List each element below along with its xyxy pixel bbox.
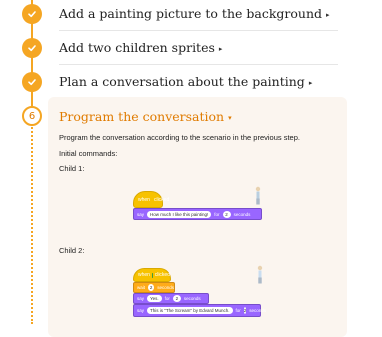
initial-commands-label: Initial commands: bbox=[59, 149, 118, 158]
check-icon bbox=[28, 45, 36, 52]
current-step-title[interactable]: Program the conversation ▾ bbox=[59, 109, 232, 124]
block-text: seconds bbox=[249, 308, 267, 313]
caret-icon: ▸ bbox=[218, 45, 223, 53]
progress-rail-dotted bbox=[31, 124, 33, 324]
step-done-badge bbox=[22, 72, 42, 92]
block-text: for bbox=[214, 211, 220, 217]
step-number: 6 bbox=[28, 110, 36, 122]
wait-seconds-block: wait 2 seconds bbox=[133, 282, 175, 293]
seconds-input: 2 bbox=[148, 284, 155, 291]
block-text: when bbox=[138, 196, 150, 203]
seconds-input: 2 bbox=[172, 295, 181, 302]
caret-down-icon: ▾ bbox=[228, 114, 232, 122]
block-text: seconds bbox=[233, 211, 251, 217]
say-text-input: How much I like this painting! bbox=[147, 210, 212, 218]
step-title-sprites[interactable]: Add two children sprites ▸ bbox=[59, 40, 222, 55]
block-text: when bbox=[138, 272, 150, 278]
step-done-badge bbox=[22, 4, 42, 24]
seconds-input: 2 bbox=[222, 210, 231, 218]
green-flag-icon bbox=[151, 272, 153, 278]
say-text-input: This is "The Scream" by Edvard Munch. bbox=[147, 307, 233, 314]
when-flag-clicked-block: when clicked bbox=[133, 268, 171, 282]
divider bbox=[59, 30, 338, 31]
block-text: clicked bbox=[153, 196, 170, 203]
step-done-badge bbox=[22, 38, 42, 58]
caret-icon: ▸ bbox=[308, 79, 313, 87]
check-icon bbox=[28, 79, 36, 86]
say-for-seconds-block: say How much I like this painting! for 2… bbox=[133, 208, 262, 220]
say-for-seconds-block: say Yes. for 2 seconds bbox=[133, 293, 209, 304]
step-number-badge: 6 bbox=[22, 106, 42, 126]
block-text: say bbox=[137, 296, 145, 301]
divider bbox=[59, 64, 338, 65]
step-title-text: Add two children sprites bbox=[59, 40, 215, 55]
child-sprite-icon bbox=[255, 186, 261, 205]
step-title-plan[interactable]: Plan a conversation about the painting ▸ bbox=[59, 74, 312, 89]
block-text: for bbox=[164, 296, 170, 301]
block-text: wait bbox=[137, 285, 146, 290]
step-title-text: Add a painting picture to the background bbox=[59, 6, 323, 21]
child-sprite-icon bbox=[257, 265, 263, 284]
when-flag-clicked-block: when clicked bbox=[133, 191, 169, 208]
check-icon bbox=[28, 11, 36, 18]
step-title-text: Plan a conversation about the painting bbox=[59, 74, 305, 89]
block-text: seconds bbox=[183, 296, 201, 301]
block-text: seconds bbox=[157, 285, 174, 290]
say-for-seconds-block: say This is "The Scream" by Edvard Munch… bbox=[133, 304, 266, 317]
block-text: clicked bbox=[154, 272, 170, 278]
current-step-title-text: Program the conversation bbox=[59, 109, 225, 124]
say-text-input: Yes. bbox=[147, 295, 162, 302]
child1-label: Child 1: bbox=[59, 164, 85, 173]
child2-label: Child 2: bbox=[59, 246, 85, 255]
block-text: say bbox=[137, 308, 145, 313]
step-description: Program the conversation according to th… bbox=[59, 133, 300, 142]
seconds-input: 2 bbox=[243, 307, 247, 314]
step-title-painting[interactable]: Add a painting picture to the background… bbox=[59, 6, 330, 21]
caret-icon: ▸ bbox=[326, 11, 330, 19]
block-text: say bbox=[137, 211, 145, 217]
block-text: for bbox=[235, 308, 241, 313]
